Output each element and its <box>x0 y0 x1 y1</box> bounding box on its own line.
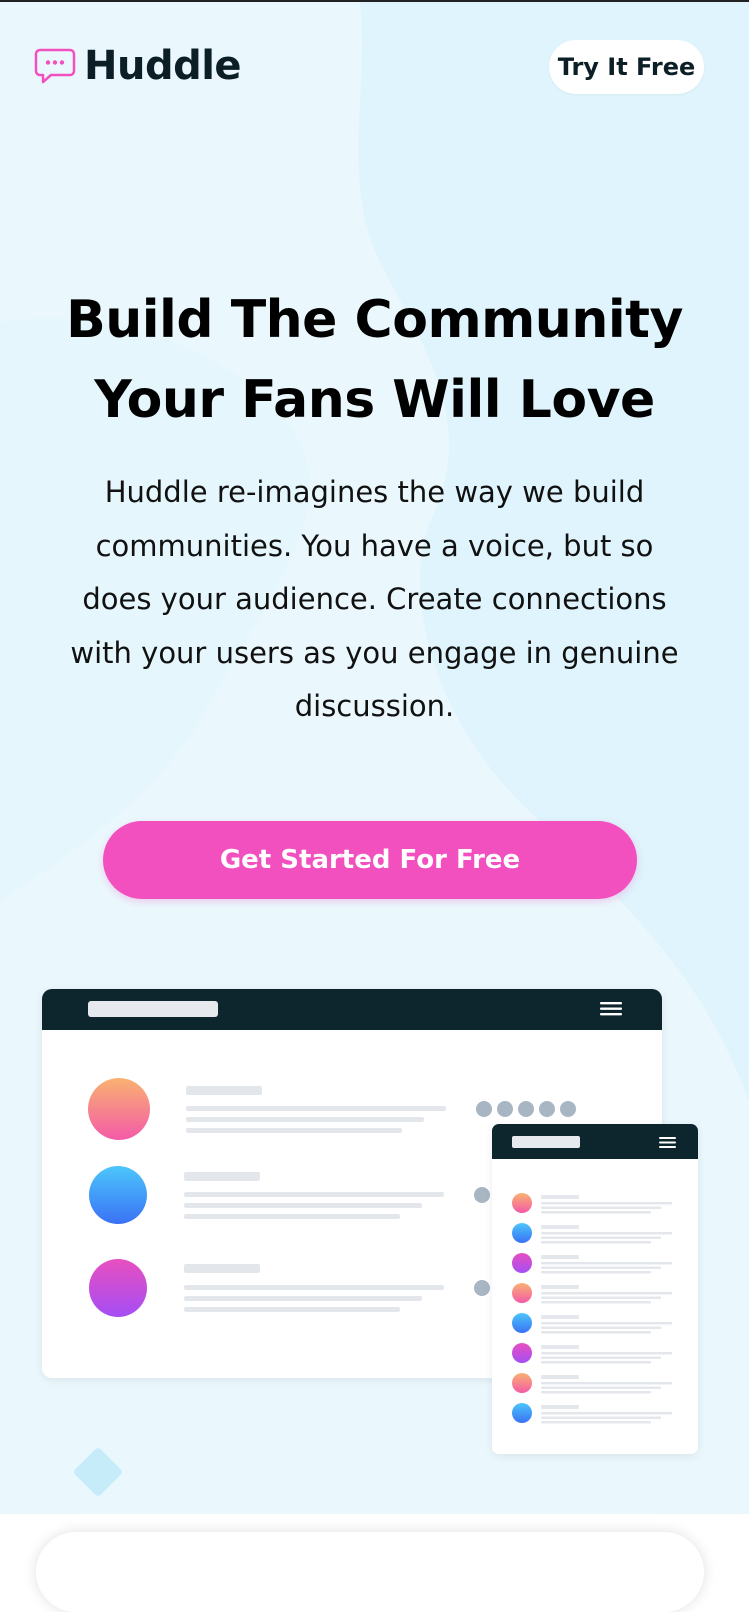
feature-card <box>36 1532 704 1612</box>
desktop-title-bar-placeholder <box>88 1001 218 1017</box>
hero-section: Huddle Try It Free Build The Community Y… <box>0 2 749 1514</box>
mobile-hamburger-icon <box>659 1137 676 1148</box>
hamburger-menu-icon <box>600 1002 622 1016</box>
diamond-decoration <box>74 1448 122 1496</box>
app-mockup-illustration <box>42 989 698 1496</box>
